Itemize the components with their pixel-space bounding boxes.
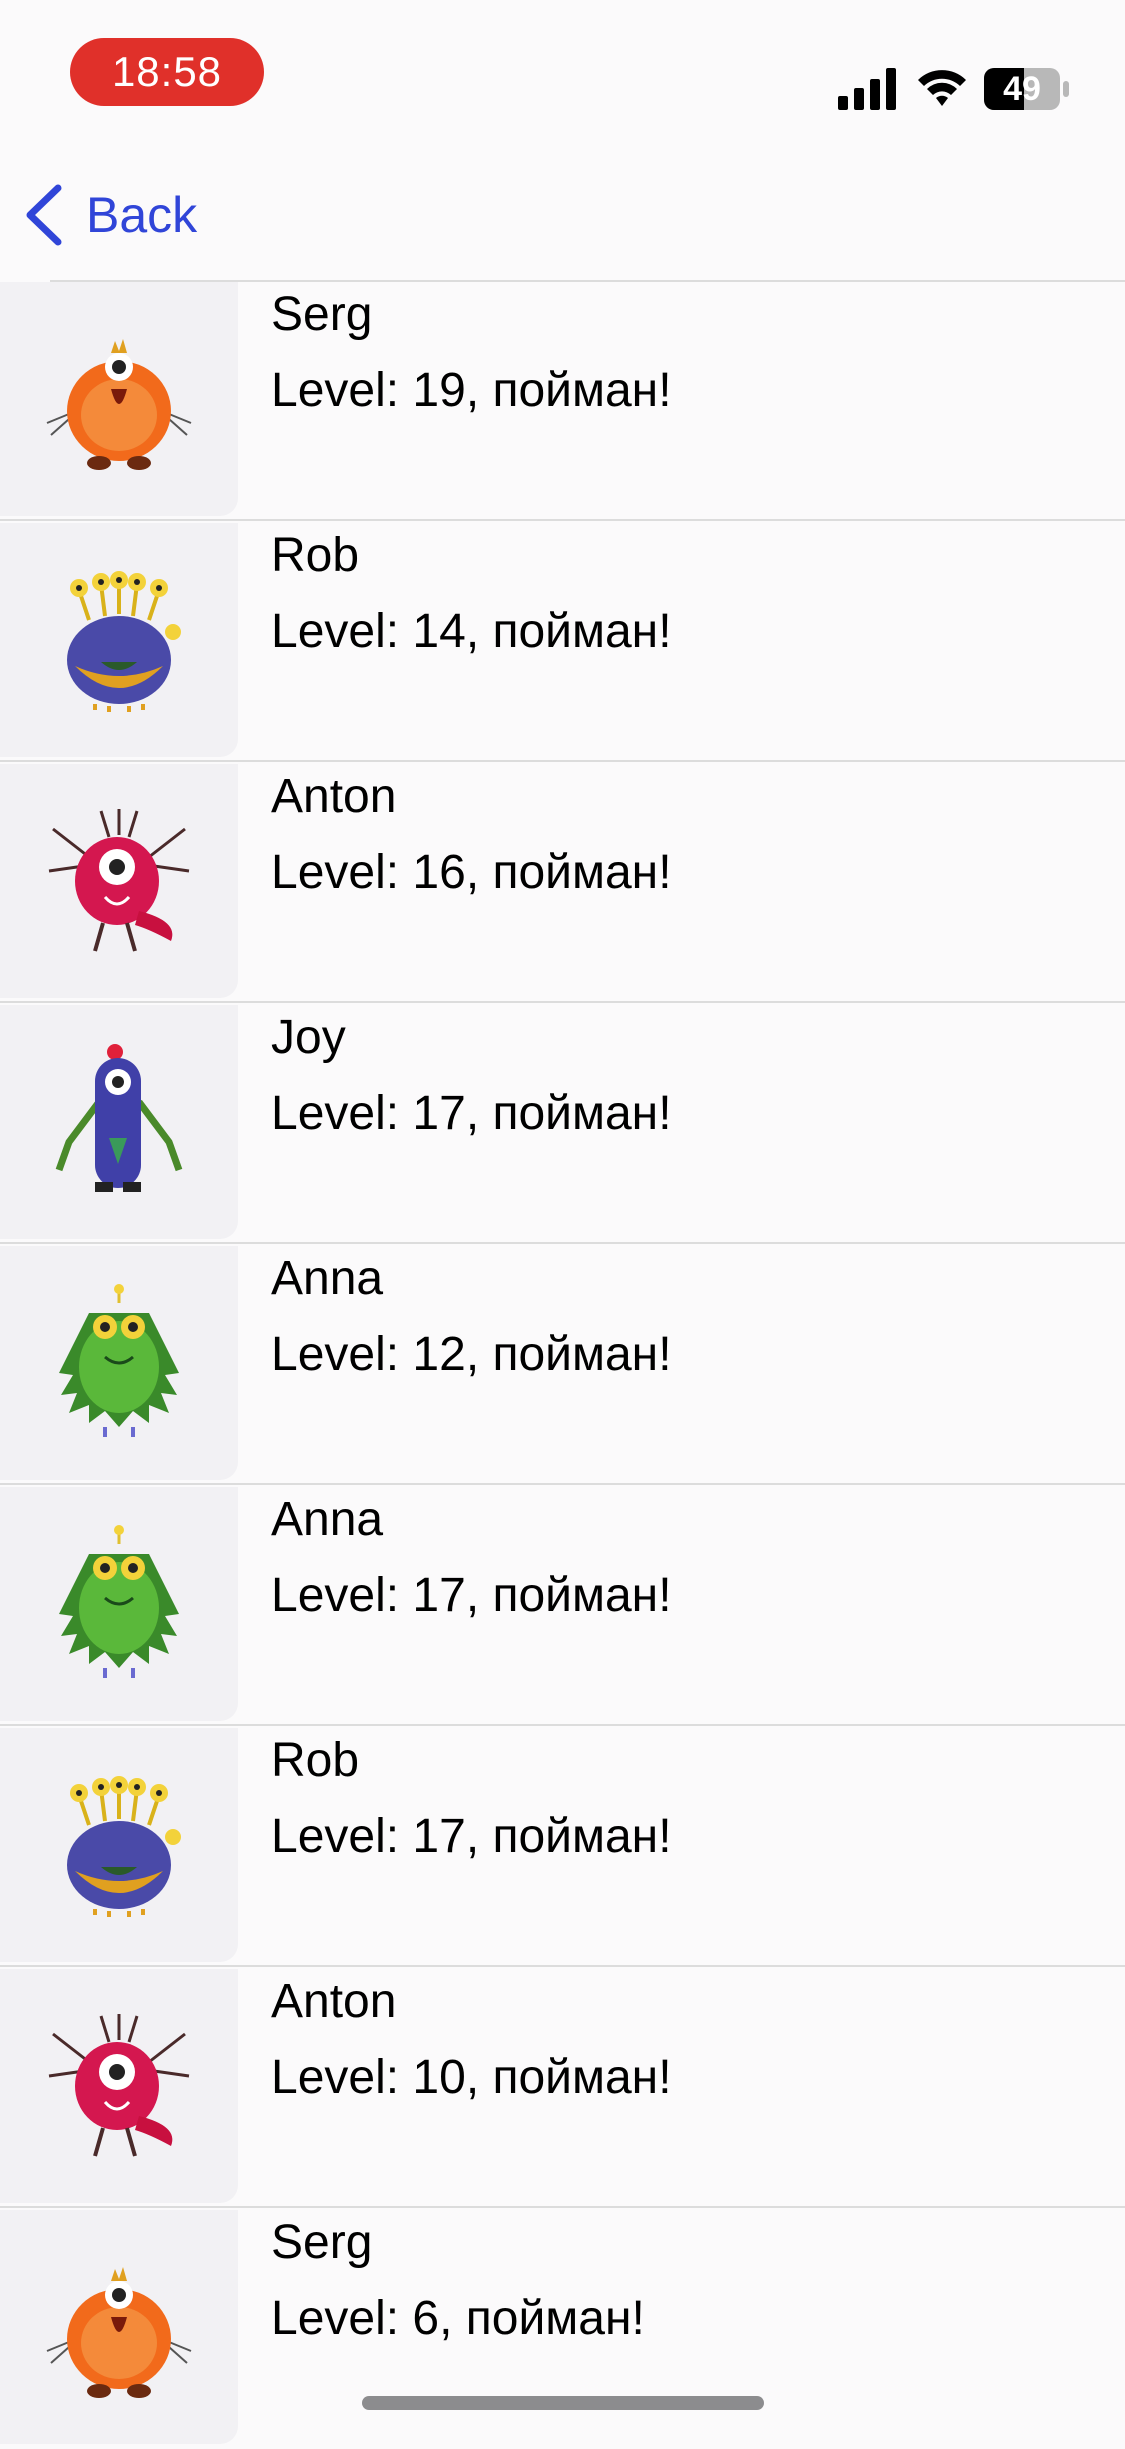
monster-thumbnail [0, 1246, 238, 1480]
caught-monsters-list: Serg Level: 19, пойман! Rob Level: 14, п… [0, 280, 1125, 2449]
back-label: Back [86, 187, 198, 243]
monster-thumbnail [0, 1005, 238, 1239]
list-item[interactable]: Anna Level: 12, пойман! [0, 1244, 1125, 1485]
monster-name: Anna [271, 1493, 384, 1546]
monster-name: Anton [271, 770, 397, 823]
list-item[interactable]: Anna Level: 17, пойман! [0, 1485, 1125, 1726]
list-item[interactable]: Joy Level: 17, пойман! [0, 1003, 1125, 1244]
purple-monster-icon [67, 571, 181, 712]
back-button[interactable]: Back [22, 180, 197, 250]
monster-level: Level: 16, пойман! [271, 846, 672, 899]
monster-level: Level: 17, пойман! [271, 1569, 672, 1622]
monster-level: Level: 6, пойман! [271, 2292, 645, 2345]
monster-level: Level: 14, пойман! [271, 605, 672, 658]
purple-monster-icon [67, 1776, 181, 1917]
monster-name: Serg [271, 288, 373, 341]
cellular-signal-icon [838, 68, 896, 110]
monster-thumbnail [0, 282, 238, 516]
red-monster-icon [48, 809, 190, 952]
status-bar: 18:58 49 [0, 0, 1125, 150]
monster-name: Serg [271, 2216, 373, 2269]
monster-level: Level: 17, пойман! [271, 1810, 672, 1863]
orange-monster-icon [46, 339, 192, 470]
monster-thumbnail [0, 1728, 238, 1962]
monster-level: Level: 17, пойман! [271, 1087, 672, 1140]
monster-name: Joy [271, 1011, 346, 1064]
monster-level: Level: 12, пойман! [271, 1328, 672, 1381]
monster-name: Anton [271, 1975, 397, 2028]
monster-name: Anna [271, 1252, 384, 1305]
status-time: 18:58 [70, 38, 264, 106]
monster-name: Rob [271, 1734, 360, 1787]
monster-name: Rob [271, 529, 360, 582]
list-item[interactable]: Anton Level: 16, пойман! [0, 762, 1125, 1003]
green-monster-icon [59, 1525, 179, 1678]
red-monster-icon [48, 2014, 190, 2157]
list-item[interactable]: Serg Level: 6, пойман! [0, 2208, 1125, 2449]
home-indicator[interactable] [362, 2396, 764, 2410]
monster-thumbnail [0, 2210, 238, 2444]
monster-thumbnail [0, 1487, 238, 1721]
list-item[interactable]: Rob Level: 17, пойман! [0, 1726, 1125, 1967]
blue-monster-icon [55, 1044, 183, 1192]
green-monster-icon [59, 1284, 179, 1437]
list-item[interactable]: Serg Level: 19, пойман! [0, 280, 1125, 521]
monster-thumbnail [0, 523, 238, 757]
monster-thumbnail [0, 764, 238, 998]
list-item[interactable]: Anton Level: 10, пойман! [0, 1967, 1125, 2208]
monster-level: Level: 10, пойман! [271, 2051, 672, 2104]
battery-level: 49 [1003, 70, 1041, 108]
list-item[interactable]: Rob Level: 14, пойман! [0, 521, 1125, 762]
monster-level: Level: 19, пойман! [271, 364, 672, 417]
chevron-left-icon [26, 184, 62, 246]
wifi-icon [918, 70, 966, 106]
orange-monster-icon [46, 2267, 192, 2398]
monster-thumbnail [0, 1969, 238, 2203]
